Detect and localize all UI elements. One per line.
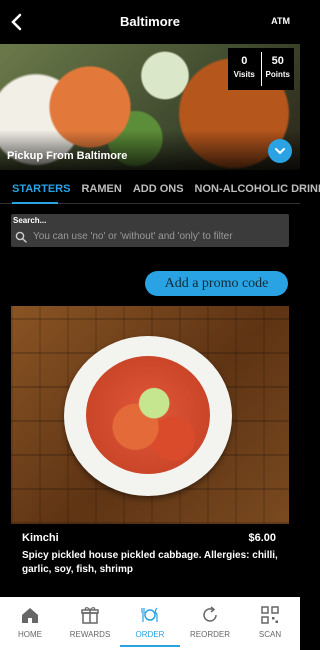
- gift-icon: [81, 607, 99, 624]
- nav-scan-label: SCAN: [258, 630, 282, 639]
- visits-stat: 0 Visits: [228, 48, 261, 90]
- active-tab-indicator: [12, 202, 58, 204]
- nav-order-label: ORDER: [135, 630, 165, 639]
- product-price: $6.00: [248, 532, 276, 544]
- reorder-icon: [203, 606, 217, 622]
- pickup-location-text: Pickup From Baltimore: [7, 150, 128, 162]
- home-icon: [22, 608, 38, 623]
- atm-label[interactable]: ATM: [271, 16, 290, 26]
- bottom-navigation: HOME REWARDS ORDER REORDER SCAN: [0, 597, 300, 650]
- nav-rewards[interactable]: REWARDS: [60, 597, 120, 650]
- search-label: Search...: [13, 216, 47, 225]
- nav-scan[interactable]: SCAN: [240, 597, 300, 650]
- nav-reorder-label: REORDER: [189, 630, 230, 639]
- nav-reorder[interactable]: REORDER: [180, 597, 240, 650]
- product-image[interactable]: [11, 306, 289, 524]
- nav-home-label: HOME: [18, 630, 42, 639]
- points-stat: 50 Points: [260, 52, 295, 86]
- app-header: Baltimore ATM: [0, 0, 300, 44]
- menu-category-tabs: STARTERS RAMEN ADD ONS NON-ALCOHOLIC DRI…: [12, 183, 320, 199]
- product-name[interactable]: Kimchi: [22, 532, 59, 544]
- nav-rewards-label: REWARDS: [69, 630, 111, 639]
- tab-starters[interactable]: STARTERS: [12, 183, 70, 199]
- dining-icon: [141, 607, 158, 622]
- bowl-graphic: [64, 336, 232, 496]
- tab-non-alcoholic-drinks[interactable]: NON-ALCOHOLIC DRINKS: [195, 183, 320, 199]
- qr-code-icon: [261, 606, 279, 624]
- nav-active-indicator: [120, 645, 180, 647]
- tab-ramen[interactable]: RAMEN: [81, 183, 121, 199]
- visits-count: 0: [241, 55, 248, 67]
- nav-order[interactable]: ORDER: [120, 597, 180, 650]
- points-label: Points: [265, 70, 290, 79]
- product-description: Spicy pickled house pickled cabbage. All…: [22, 550, 278, 575]
- search-icon: [15, 231, 27, 243]
- search-input[interactable]: [33, 228, 283, 244]
- nav-home[interactable]: HOME: [0, 597, 60, 650]
- tab-add-ons[interactable]: ADD ONS: [133, 183, 184, 199]
- points-count: 50: [271, 55, 284, 67]
- visits-label: Visits: [233, 70, 255, 79]
- page-title: Baltimore: [120, 14, 180, 29]
- add-promo-code-button[interactable]: Add a promo code: [145, 271, 288, 296]
- location-dropdown-button[interactable]: [268, 139, 292, 163]
- search-box: Search...: [11, 214, 289, 247]
- loyalty-stats: 0 Visits 50 Points: [228, 48, 294, 90]
- store-hero-banner: 0 Visits 50 Points Pickup From Baltimore: [0, 44, 300, 170]
- chevron-down-icon: [275, 148, 285, 155]
